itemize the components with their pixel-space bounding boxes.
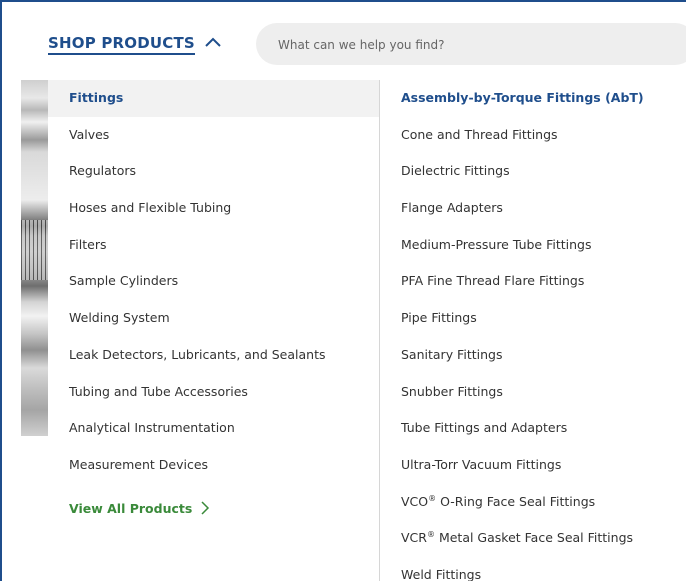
shop-products-toggle[interactable]: SHOP PRODUCTS xyxy=(48,34,195,55)
mega-menu-panel: SHOP PRODUCTS Fittings Valves Regulators… xyxy=(0,0,686,581)
product-image-strip xyxy=(21,80,48,436)
category-list: Fittings Valves Regulators Hoses and Fle… xyxy=(48,80,379,484)
category-item-regulators[interactable]: Regulators xyxy=(48,153,379,190)
subcategory-item-pipe[interactable]: Pipe Fittings xyxy=(380,300,686,337)
subcategory-item-weld[interactable]: Weld Fittings xyxy=(380,557,686,581)
subcategory-item-vcr[interactable]: VCR® Metal Gasket Face Seal Fittings xyxy=(380,520,686,557)
subcategory-item-vco[interactable]: VCO® O-Ring Face Seal Fittings xyxy=(380,484,686,521)
category-item-leak-detectors[interactable]: Leak Detectors, Lubricants, and Sealants xyxy=(48,337,379,374)
chevron-up-icon[interactable] xyxy=(202,32,224,52)
vco-label: VCO xyxy=(401,493,429,509)
subcategory-item-medium-pressure[interactable]: Medium-Pressure Tube Fittings xyxy=(380,227,686,264)
view-all-label: View All Products xyxy=(69,501,193,516)
subcategory-list: Assembly-by-Torque Fittings (AbT) Cone a… xyxy=(380,80,686,581)
subcategory-item-pfa-flare[interactable]: PFA Fine Thread Flare Fittings xyxy=(380,263,686,300)
vco-label-rest: O-Ring Face Seal Fittings xyxy=(436,493,596,509)
subcategory-item-cone-thread[interactable]: Cone and Thread Fittings xyxy=(380,117,686,154)
category-item-measurement[interactable]: Measurement Devices xyxy=(48,447,379,484)
subcategory-item-flange-adapters[interactable]: Flange Adapters xyxy=(380,190,686,227)
subcategory-item-abt[interactable]: Assembly-by-Torque Fittings (AbT) xyxy=(380,80,686,117)
category-item-analytical[interactable]: Analytical Instrumentation xyxy=(48,410,379,447)
thread-texture xyxy=(21,220,48,280)
chevron-right-icon xyxy=(200,501,210,521)
subcategory-item-dielectric[interactable]: Dielectric Fittings xyxy=(380,153,686,190)
registered-mark: ® xyxy=(428,493,437,503)
category-item-tubing[interactable]: Tubing and Tube Accessories xyxy=(48,374,379,411)
search-bar xyxy=(256,23,686,67)
subcategory-item-snubber[interactable]: Snubber Fittings xyxy=(380,374,686,411)
category-item-welding-system[interactable]: Welding System xyxy=(48,300,379,337)
category-item-filters[interactable]: Filters xyxy=(48,227,379,264)
view-all-products-link[interactable]: View All Products xyxy=(69,499,210,521)
registered-mark: ® xyxy=(426,530,435,540)
menu-header: SHOP PRODUCTS xyxy=(2,2,686,80)
category-item-valves[interactable]: Valves xyxy=(48,117,379,154)
subcategory-item-ultra-torr[interactable]: Ultra-Torr Vacuum Fittings xyxy=(380,447,686,484)
category-item-hoses[interactable]: Hoses and Flexible Tubing xyxy=(48,190,379,227)
category-item-sample-cylinders[interactable]: Sample Cylinders xyxy=(48,263,379,300)
category-item-fittings[interactable]: Fittings xyxy=(48,80,379,117)
search-input[interactable] xyxy=(276,23,686,67)
vcr-label: VCR xyxy=(401,530,427,546)
vcr-label-rest: Metal Gasket Face Seal Fittings xyxy=(434,530,634,546)
subcategory-item-tube-fittings[interactable]: Tube Fittings and Adapters xyxy=(380,410,686,447)
subcategory-item-sanitary[interactable]: Sanitary Fittings xyxy=(380,337,686,374)
